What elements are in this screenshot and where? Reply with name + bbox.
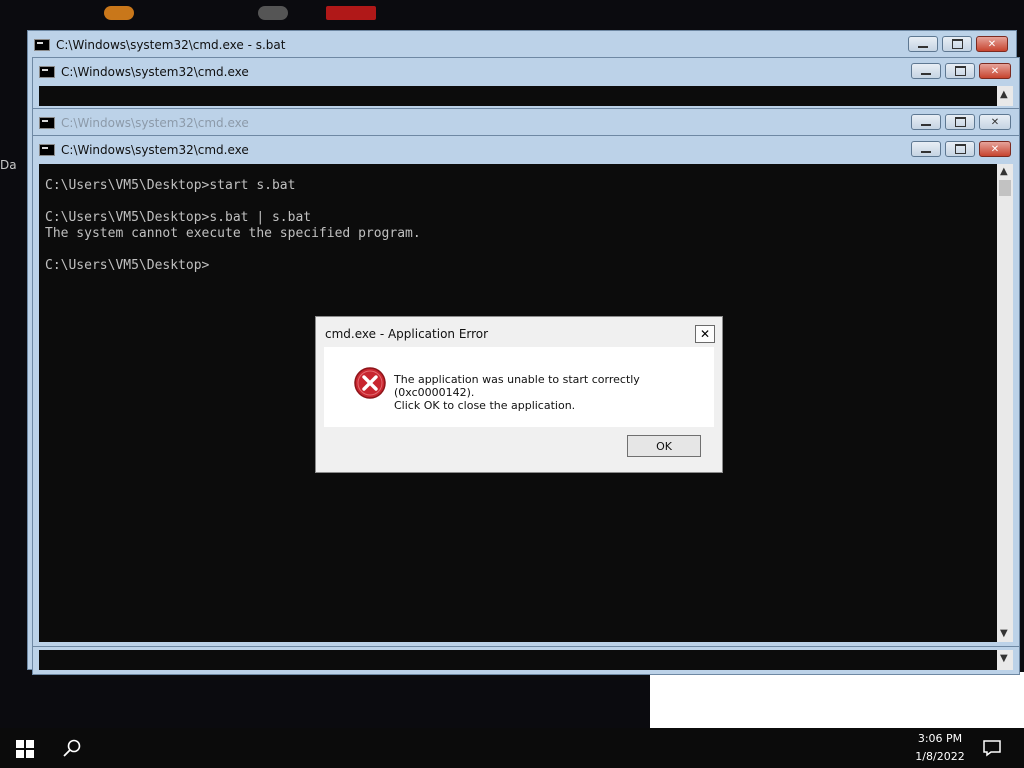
- console-area[interactable]: [39, 86, 997, 106]
- maximize-button[interactable]: [945, 63, 975, 79]
- notification-icon[interactable]: [982, 738, 1002, 758]
- minimize-icon: [921, 150, 931, 153]
- search-icon[interactable]: [62, 738, 82, 758]
- close-icon: ✕: [699, 327, 711, 341]
- desktop-app-icon-red: [326, 6, 376, 20]
- error-dialog[interactable]: cmd.exe - Application Error ✕ The applic…: [315, 316, 723, 473]
- titlebar[interactable]: C:\Windows\system32\cmd.exe ✕: [33, 109, 1019, 137]
- maximize-icon: [954, 144, 966, 154]
- terminal-line: C:\Users\VM5\Desktop>: [45, 258, 210, 273]
- ok-button[interactable]: OK: [627, 435, 701, 457]
- dialog-message: The application was unable to start corr…: [394, 373, 714, 412]
- cmd-window-3[interactable]: C:\Windows\system32\cmd.exe ✕: [32, 108, 1020, 138]
- desktop-app-icon-orange: [104, 6, 134, 20]
- maximize-icon: [954, 66, 966, 76]
- windows-logo-icon[interactable]: [16, 740, 34, 758]
- scroll-thumb[interactable]: [999, 180, 1011, 196]
- close-icon: ✕: [987, 38, 997, 50]
- window-title: C:\Windows\system32\cmd.exe - s.bat: [56, 38, 286, 52]
- maximize-button[interactable]: [945, 141, 975, 157]
- scroll-up-icon[interactable]: ▲: [1000, 166, 1008, 177]
- close-button[interactable]: ✕: [979, 114, 1011, 130]
- cmd-icon: [39, 144, 55, 156]
- desktop-app-icon-gray: [258, 6, 288, 20]
- minimize-icon: [921, 123, 931, 126]
- close-icon: ✕: [990, 65, 1000, 77]
- scroll-down-icon[interactable]: ▼: [1000, 653, 1008, 664]
- minimize-icon: [921, 72, 931, 75]
- error-icon: [354, 367, 386, 399]
- cmd-icon: [39, 117, 55, 129]
- window-title: C:\Windows\system32\cmd.exe: [61, 116, 249, 130]
- dialog-body: The application was unable to start corr…: [324, 347, 714, 427]
- terminal-line: C:\Users\VM5\Desktop>start s.bat: [45, 178, 296, 193]
- console-bottom[interactable]: [39, 650, 997, 670]
- message-line-2: Click OK to close the application.: [394, 399, 576, 412]
- window-title: C:\Windows\system32\cmd.exe: [61, 143, 249, 157]
- scroll-down-icon[interactable]: ▼: [1000, 628, 1008, 639]
- close-button[interactable]: ✕: [976, 36, 1008, 52]
- cmd-icon: [34, 39, 50, 51]
- scrollbar[interactable]: ▲ ▼: [997, 164, 1013, 642]
- taskbar: 3:06 PM 1/8/2022: [0, 728, 1024, 768]
- maximize-icon: [951, 39, 963, 49]
- clock-date: 1/8/2022: [915, 750, 965, 763]
- maximize-icon: [954, 117, 966, 127]
- scroll-up-icon[interactable]: ▲: [1000, 89, 1008, 100]
- maximize-button[interactable]: [945, 114, 975, 130]
- minimize-button[interactable]: [908, 36, 938, 52]
- terminal-line: C:\Users\VM5\Desktop>s.bat | s.bat: [45, 210, 312, 225]
- background-panel: [650, 672, 1024, 728]
- close-button[interactable]: ✕: [979, 141, 1011, 157]
- dialog-title: cmd.exe - Application Error: [325, 327, 489, 341]
- titlebar[interactable]: C:\Windows\system32\cmd.exe - s.bat ✕: [28, 31, 1016, 59]
- close-icon: ✕: [990, 143, 1000, 155]
- cmd-icon: [39, 66, 55, 78]
- minimize-button[interactable]: [911, 114, 941, 130]
- maximize-button[interactable]: [942, 36, 972, 52]
- desktop-edge-label: Da: [0, 158, 17, 172]
- scrollbar-bottom[interactable]: ▼: [997, 650, 1013, 670]
- titlebar[interactable]: C:\Windows\system32\cmd.exe ✕: [33, 58, 1019, 86]
- window-title: C:\Windows\system32\cmd.exe: [61, 65, 249, 79]
- dialog-close-button[interactable]: ✕: [695, 325, 715, 343]
- scrollbar[interactable]: ▲: [997, 86, 1013, 106]
- close-icon: ✕: [990, 116, 1000, 128]
- message-line-1: The application was unable to start corr…: [394, 373, 640, 399]
- close-button[interactable]: ✕: [979, 63, 1011, 79]
- minimize-button[interactable]: [911, 141, 941, 157]
- clock-time: 3:06 PM: [917, 732, 963, 745]
- terminal-line: The system cannot execute the specified …: [45, 226, 421, 241]
- minimize-icon: [918, 45, 928, 48]
- system-clock[interactable]: 3:06 PM 1/8/2022: [905, 730, 975, 766]
- minimize-button[interactable]: [911, 63, 941, 79]
- titlebar[interactable]: C:\Windows\system32\cmd.exe ✕: [33, 136, 1019, 164]
